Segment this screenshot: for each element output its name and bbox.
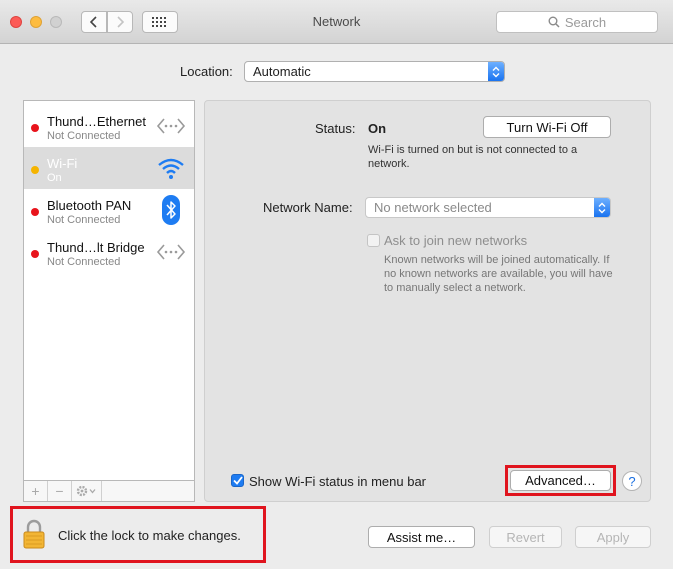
bluetooth-icon	[156, 195, 186, 225]
popup-arrows-icon	[594, 198, 610, 217]
revert-button[interactable]: Revert	[489, 526, 562, 548]
service-item-thunderbolt-ethernet[interactable]: Thund…Ethernet Not Connected	[24, 105, 194, 147]
service-status: Not Connected	[47, 214, 121, 226]
wifi-icon	[156, 155, 186, 181]
status-dot	[31, 124, 39, 132]
service-list: Thund…Ethernet Not Connected Wi-Fi On Bl…	[23, 100, 195, 502]
help-button[interactable]: ?	[622, 471, 642, 491]
lock-icon[interactable]	[22, 519, 46, 552]
ethernet-arrows-icon	[156, 113, 186, 139]
service-status: Not Connected	[47, 130, 121, 142]
ask-to-join-description: Known networks will be joined automatica…	[384, 254, 613, 294]
service-item-bluetooth-pan[interactable]: Bluetooth PAN Not Connected	[24, 189, 194, 231]
service-item-thunderbolt-bridge[interactable]: Thund…lt Bridge Not Connected	[24, 231, 194, 273]
show-wifi-status-checkbox[interactable]	[231, 474, 244, 487]
show-wifi-status-label: Show Wi-Fi status in menu bar	[249, 474, 427, 489]
turn-wifi-off-button[interactable]: Turn Wi-Fi Off	[483, 116, 611, 138]
network-name-label: Network Name:	[263, 200, 353, 215]
service-name: Thund…Ethernet	[47, 114, 147, 129]
location-label: Location:	[180, 64, 233, 79]
service-name: Wi-Fi	[47, 156, 78, 171]
ethernet-arrows-icon	[156, 239, 186, 265]
apply-button[interactable]: Apply	[575, 526, 651, 548]
service-list-controls: + −	[23, 480, 195, 502]
service-item-wifi[interactable]: Wi-Fi On	[24, 147, 194, 189]
status-dot	[31, 250, 39, 258]
checkmark-icon	[232, 476, 243, 485]
gear-icon	[76, 485, 95, 497]
remove-service-button[interactable]: −	[48, 481, 72, 501]
add-service-button[interactable]: +	[24, 481, 48, 501]
search-placeholder: Search	[564, 14, 607, 30]
service-status: Not Connected	[47, 256, 121, 268]
service-name: Thund…lt Bridge	[47, 240, 145, 255]
location-value: Automatic	[253, 64, 311, 79]
status-description: Wi-Fi is turned on but is not connected …	[368, 144, 578, 170]
status-value: On	[368, 121, 387, 136]
title-bar: Network Search	[0, 0, 673, 44]
status-label: Status:	[315, 121, 356, 136]
search-icon	[548, 16, 560, 28]
network-name-value: No network selected	[374, 200, 492, 215]
popup-arrows-icon	[488, 62, 504, 81]
ask-to-join-label: Ask to join new networks	[384, 233, 528, 248]
service-name: Bluetooth PAN	[47, 198, 132, 213]
status-dot	[31, 208, 39, 216]
location-popup[interactable]: Automatic	[244, 61, 505, 82]
search-field[interactable]: Search	[496, 11, 658, 33]
lock-message: Click the lock to make changes.	[58, 528, 241, 543]
service-status: On	[47, 172, 62, 184]
action-menu-button[interactable]	[72, 481, 102, 501]
network-name-popup[interactable]: No network selected	[365, 197, 611, 218]
assist-me-button[interactable]: Assist me…	[368, 526, 475, 548]
advanced-button[interactable]: Advanced…	[510, 470, 611, 491]
ask-to-join-checkbox[interactable]	[367, 234, 380, 247]
status-dot	[31, 166, 39, 174]
